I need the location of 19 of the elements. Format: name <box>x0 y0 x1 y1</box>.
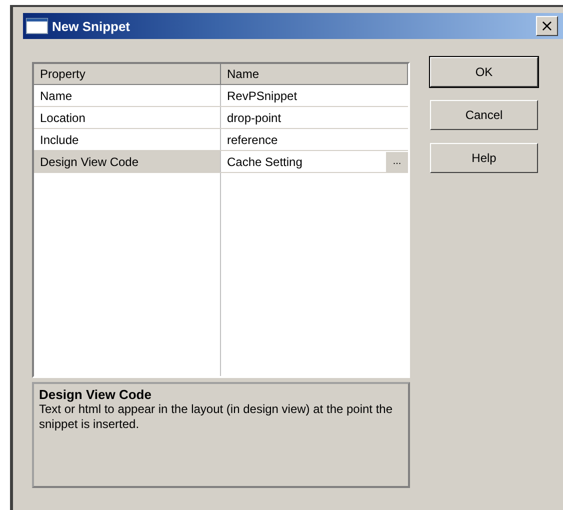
column-header[interactable]: Name <box>221 64 408 85</box>
description-text: Text or html to appear in the layout (in design view) at the point the snippet is inserted. <box>39 402 394 432</box>
window-title: New Snippet <box>52 18 132 34</box>
column-header[interactable]: Property <box>34 64 221 85</box>
value-cell-text[interactable]: Cache Setting <box>227 154 302 168</box>
property-cell[interactable]: Include <box>34 129 221 150</box>
dialog-button[interactable]: Cancel <box>430 100 538 130</box>
dialog-button[interactable]: Help <box>430 143 538 173</box>
dialog-button[interactable]: OK <box>430 57 538 87</box>
value-cell-text[interactable]: reference <box>227 132 278 146</box>
window-icon <box>26 18 48 34</box>
property-cell[interactable]: Design View Code <box>34 151 221 172</box>
value-cell-text[interactable]: RevPSnippet <box>227 88 298 102</box>
value-cell-text[interactable]: drop-point <box>227 110 282 124</box>
browse-button[interactable]: ... <box>386 152 408 172</box>
description-title: Design View Code <box>39 387 152 402</box>
property-cell[interactable]: Location <box>34 107 221 128</box>
property-cell[interactable]: Name <box>34 85 221 106</box>
close-button[interactable]: × <box>536 16 558 36</box>
